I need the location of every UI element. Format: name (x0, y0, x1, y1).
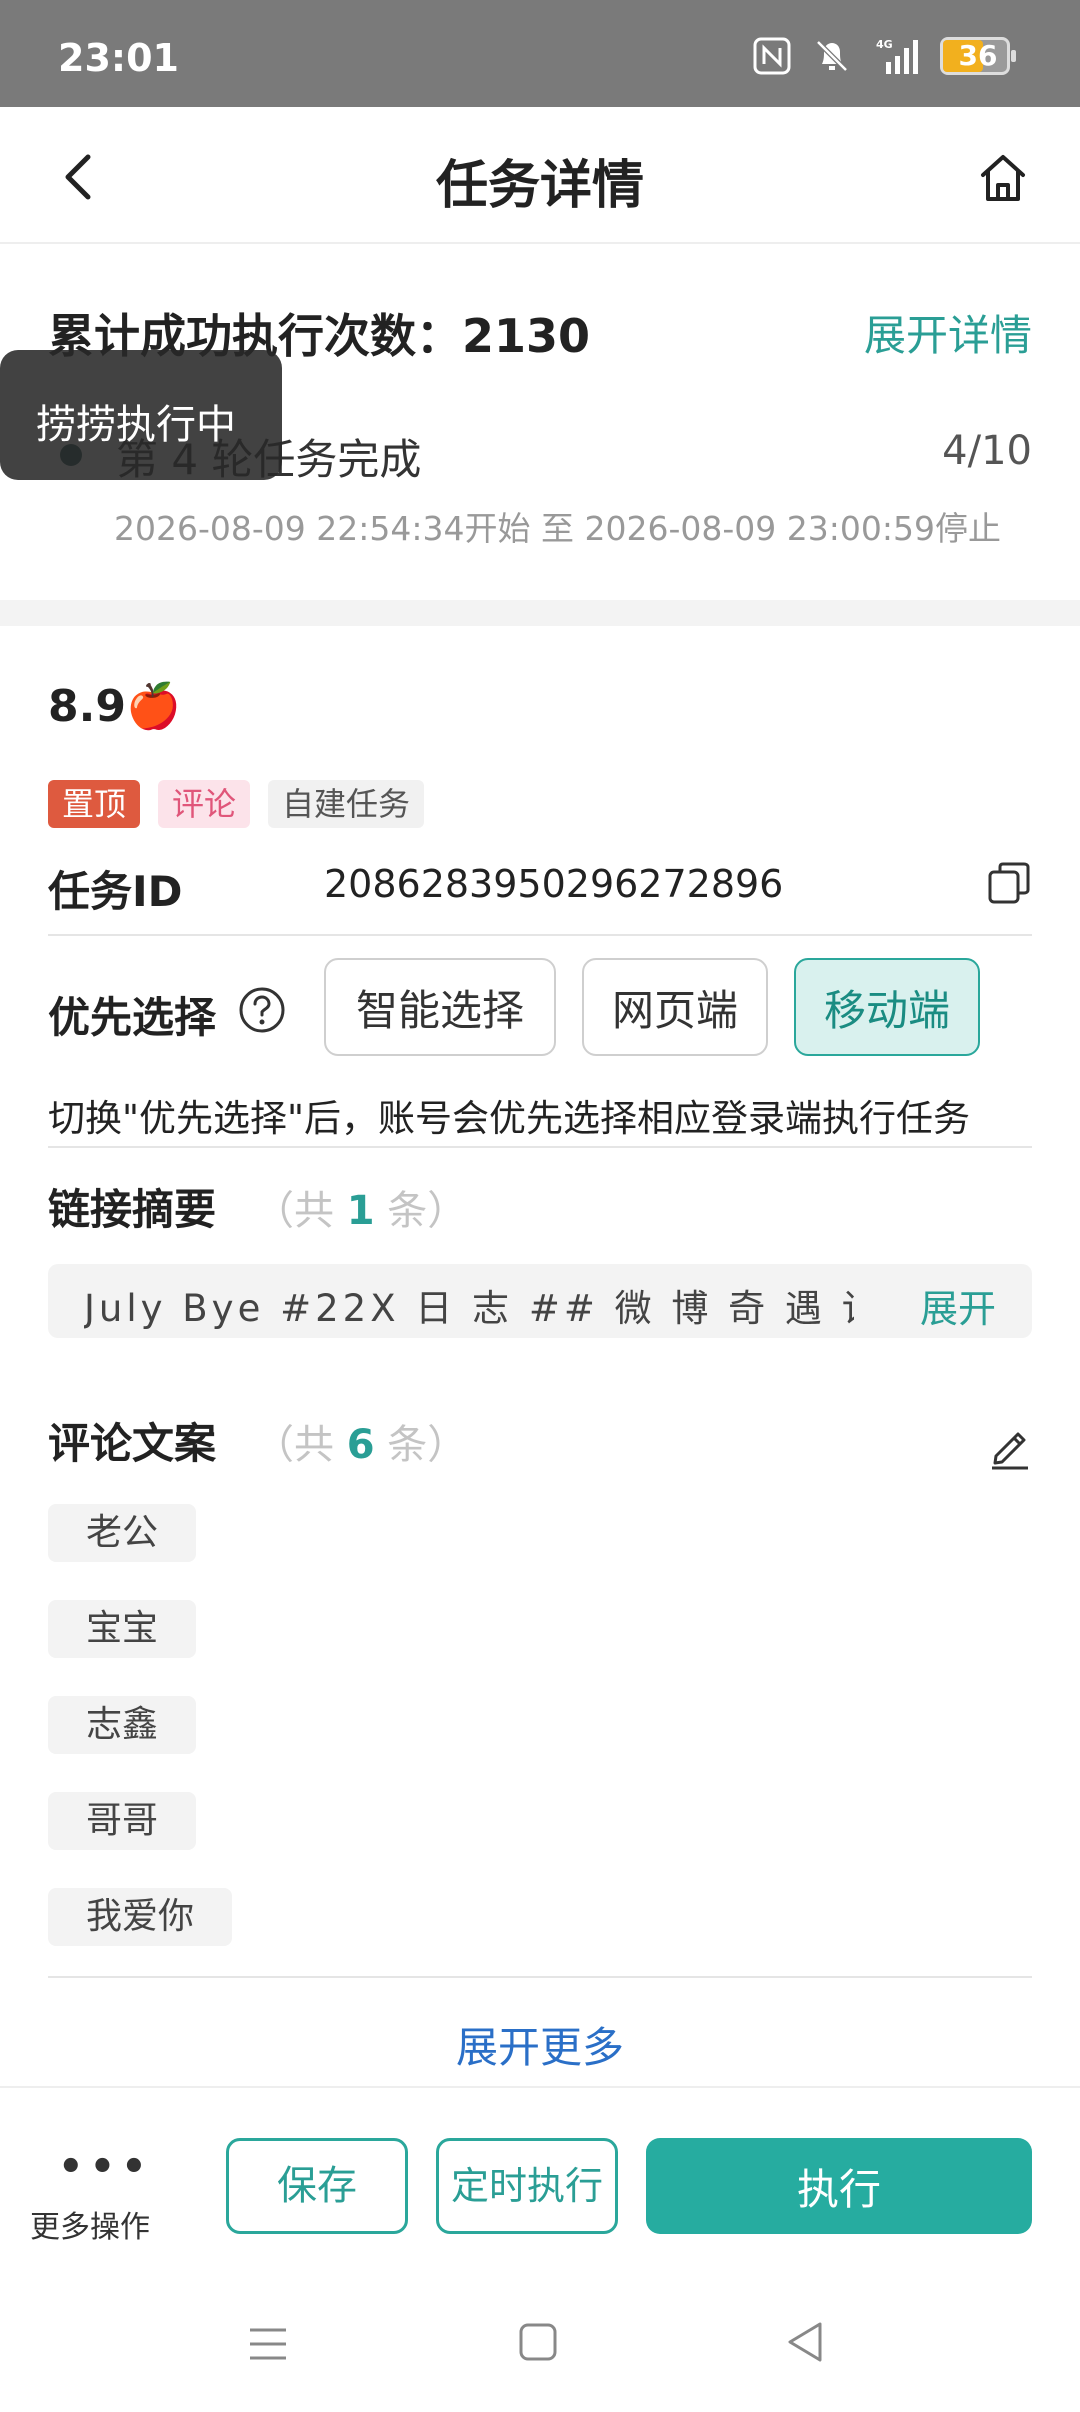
status-icons: 4G 36 (752, 36, 1016, 76)
task-id-label: 任务ID (48, 867, 183, 916)
comment-chip[interactable]: 志鑫 (48, 1696, 197, 1754)
action-bar: ••• 更多操作 保存 定时执行 执行 (0, 2086, 1080, 2272)
battery-icon: 36 (940, 37, 1016, 75)
help-icon[interactable] (238, 986, 286, 1034)
signal-4g-icon: 4G (876, 38, 918, 74)
page-header: 任务详情 (0, 107, 1080, 244)
back-triangle-icon[interactable] (784, 2320, 824, 2364)
task-title: 8.9🍎 (48, 681, 181, 732)
nfc-icon (753, 37, 791, 75)
comment-chip[interactable]: 哥哥 (48, 1792, 197, 1850)
copy-icon[interactable] (986, 860, 1032, 906)
svg-text:4G: 4G (876, 38, 893, 51)
task-id-value: 2086283950296272896 (324, 862, 784, 906)
bell-off-icon (816, 40, 848, 72)
battery-level: 36 (958, 39, 998, 72)
tag-comment: 评论 (158, 780, 251, 828)
comments-count: （共 6 条） (254, 1422, 468, 1468)
comments-title: 评论文案 (48, 1419, 217, 1468)
priority-hint: 切换"优先选择"后，账号会优先选择相应登录端执行任务 (48, 1097, 971, 1140)
toast-message: 捞捞执行中 (0, 350, 282, 480)
link-expand-link[interactable]: 展开 (920, 1278, 996, 1333)
edit-icon[interactable] (988, 1422, 1032, 1470)
link-count: （共 1 条） (254, 1188, 468, 1234)
priority-option-web[interactable]: 网页端 (582, 958, 768, 1056)
run-button[interactable]: 执行 (646, 2138, 1032, 2234)
expand-details-link[interactable]: 展开详情 (864, 302, 1032, 363)
link-summary-text: July Bye #22X 日 志 ## 微 博 奇 遇 记 … (84, 1287, 854, 1330)
show-more-link[interactable]: 展开更多 (0, 2014, 1080, 2075)
comments-count-number: 6 (346, 1422, 375, 1468)
divider (48, 1976, 1032, 1978)
priority-option-smart[interactable]: 智能选择 (324, 958, 556, 1056)
tag-custom-task: 自建任务 (268, 780, 425, 828)
system-nav-bar (0, 2272, 1080, 2412)
priority-label: 优先选择 (48, 993, 217, 1042)
home-square-icon[interactable] (518, 2322, 558, 2362)
more-actions-icon[interactable]: ••• (58, 2144, 153, 2190)
tag-pinned: 置顶 (48, 780, 141, 828)
home-icon[interactable] (978, 151, 1028, 205)
task-tags: 置顶 评论 自建任务 (48, 780, 425, 828)
status-bar: 23:01 4G 36 (0, 0, 1080, 107)
link-summary-box: July Bye #22X 日 志 ## 微 博 奇 遇 记 … 展开 (48, 1264, 1032, 1338)
section-divider (0, 600, 1080, 626)
comment-chip[interactable]: 宝宝 (48, 1600, 197, 1658)
save-button[interactable]: 保存 (226, 2138, 408, 2234)
comment-chip[interactable]: 我爱你 (48, 1888, 233, 1946)
link-count-number: 1 (346, 1188, 375, 1234)
comment-chip[interactable]: 老公 (48, 1504, 197, 1562)
link-summary-title: 链接摘要 (48, 1185, 217, 1234)
page-title: 任务详情 (435, 156, 644, 216)
priority-option-mobile[interactable]: 移动端 (794, 958, 980, 1056)
menu-icon[interactable] (248, 2324, 288, 2364)
divider (48, 1146, 1032, 1148)
more-actions-label[interactable]: 更多操作 (30, 2202, 150, 2246)
round-time-range: 2026-08-09 22:54:34开始 至 2026-08-09 23:00… (114, 509, 1001, 548)
divider (48, 934, 1032, 936)
status-time: 23:01 (58, 36, 179, 80)
scheduled-run-button[interactable]: 定时执行 (436, 2138, 618, 2234)
round-progress: 4/10 (942, 428, 1032, 474)
